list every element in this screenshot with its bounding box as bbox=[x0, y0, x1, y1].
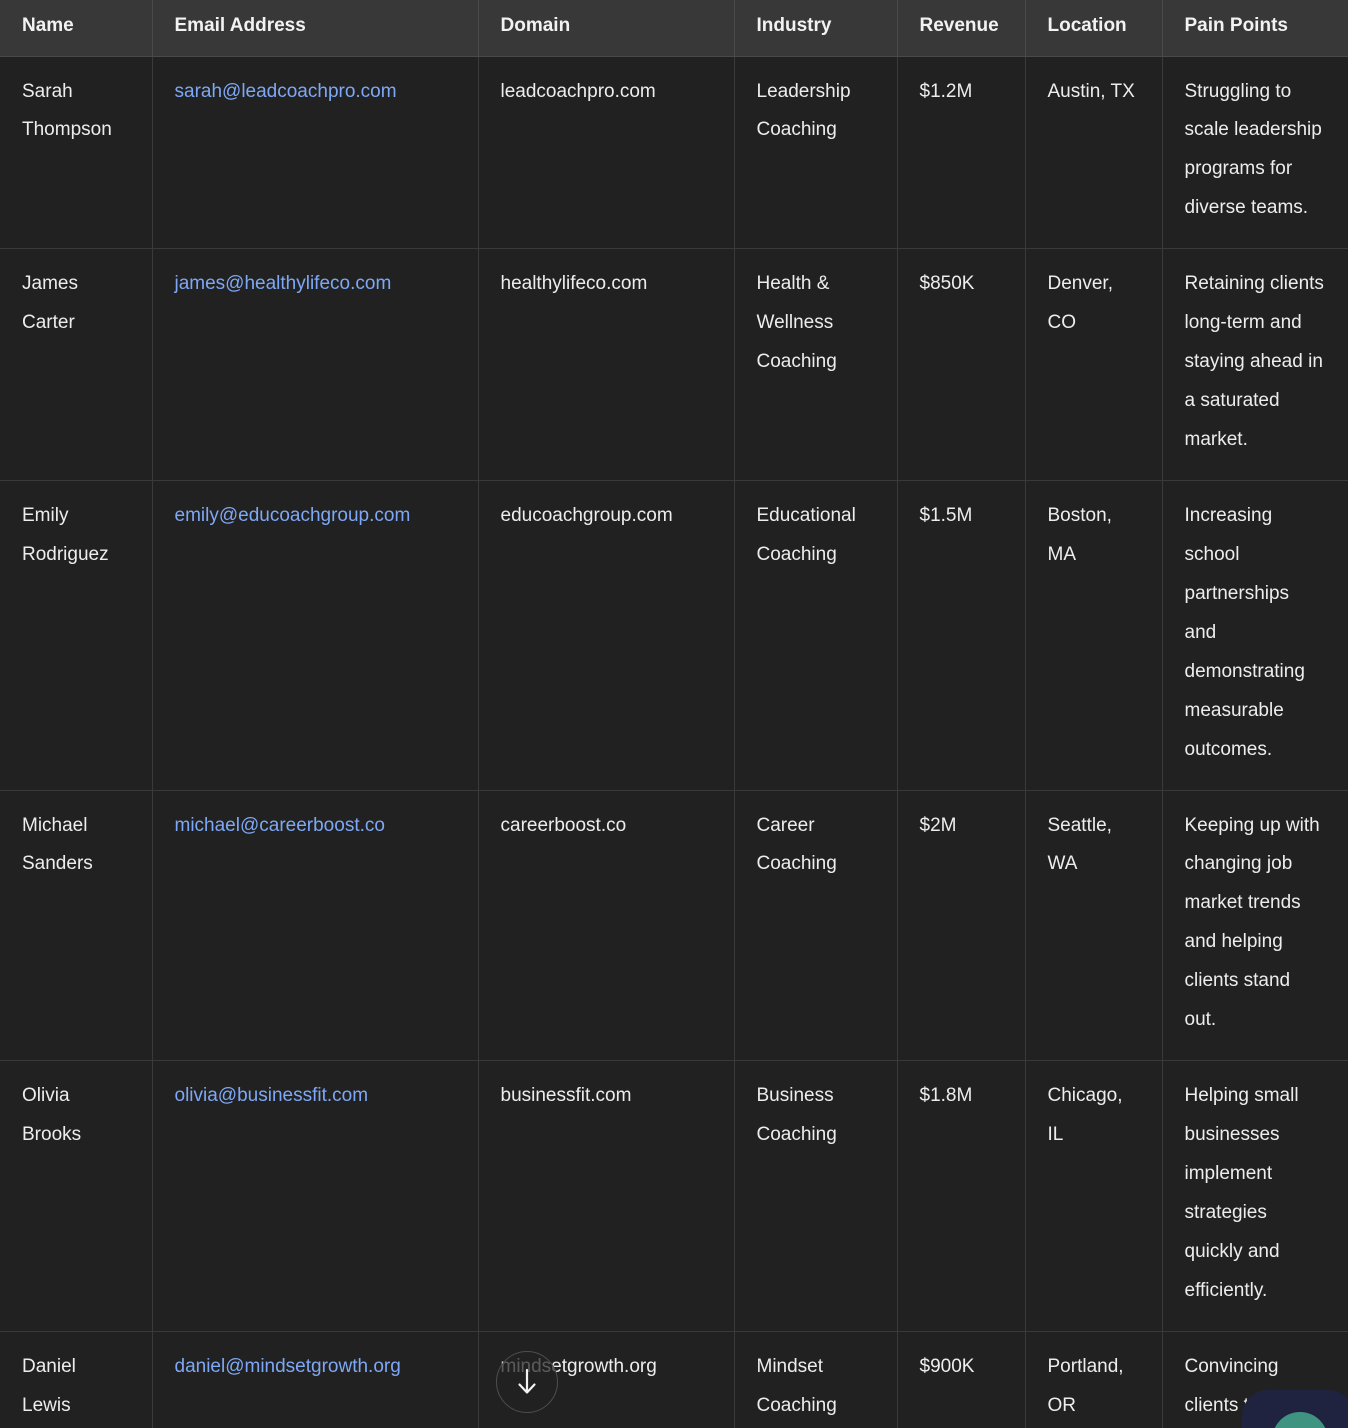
cell-name: Michael Sanders bbox=[0, 790, 153, 1062]
chat-avatar-icon bbox=[1272, 1412, 1328, 1428]
column-header-location[interactable]: Location bbox=[1025, 0, 1163, 57]
cell-industry: Leadership Coaching bbox=[734, 56, 898, 250]
table-header: Name Email Address Domain Industry Annua… bbox=[0, 0, 1348, 57]
cell-revenue: $900K bbox=[897, 1331, 1026, 1428]
cell-industry: Educational Coaching bbox=[734, 480, 898, 791]
cell-location: Denver, CO bbox=[1025, 248, 1163, 481]
column-header-domain[interactable]: Domain bbox=[478, 0, 735, 57]
email-link[interactable]: daniel@mindsetgrowth.org bbox=[175, 1356, 401, 1377]
cell-location: Seattle, WA bbox=[1025, 790, 1163, 1062]
column-header-name[interactable]: Name bbox=[0, 0, 153, 57]
page-viewport: Name Email Address Domain Industry Annua… bbox=[0, 0, 1348, 1428]
cell-domain: leadcoachpro.com bbox=[478, 56, 735, 250]
email-link[interactable]: james@healthylifeco.com bbox=[175, 273, 392, 294]
cell-revenue: $1.2M bbox=[897, 56, 1026, 250]
cell-pain: Struggling to scale leadership programs … bbox=[1162, 56, 1348, 250]
cell-domain: healthylifeco.com bbox=[478, 248, 735, 481]
cell-revenue: $1.8M bbox=[897, 1060, 1026, 1332]
column-header-industry[interactable]: Industry bbox=[734, 0, 898, 57]
cell-domain: businessfit.com bbox=[478, 1060, 735, 1332]
cell-pain: Keeping up with changing job market tren… bbox=[1162, 790, 1348, 1062]
cell-industry: Career Coaching bbox=[734, 790, 898, 1062]
cell-name: James Carter bbox=[0, 248, 153, 481]
table-row: Sarah Thompson sarah@leadcoachpro.com le… bbox=[0, 56, 1348, 250]
cell-email: michael@careerboost.co bbox=[152, 790, 479, 1062]
cell-name: Olivia Brooks bbox=[0, 1060, 153, 1332]
cell-domain: careerboost.co bbox=[478, 790, 735, 1062]
cell-industry: Mindset Coaching bbox=[734, 1331, 898, 1428]
cell-name: Emily Rodriguez bbox=[0, 480, 153, 791]
column-header-pain[interactable]: Pain Points bbox=[1162, 0, 1348, 57]
cell-pain: Helping small businesses implement strat… bbox=[1162, 1060, 1348, 1332]
cell-email: emily@educoachgroup.com bbox=[152, 480, 479, 791]
cell-domain: educoachgroup.com bbox=[478, 480, 735, 791]
cell-email: james@healthylifeco.com bbox=[152, 248, 479, 481]
column-header-revenue[interactable]: Annual Revenue bbox=[897, 0, 1026, 57]
cell-revenue: $2M bbox=[897, 790, 1026, 1062]
cell-name: Sarah Thompson bbox=[0, 56, 153, 250]
table-header-row: Name Email Address Domain Industry Annua… bbox=[0, 0, 1348, 57]
scroll-down-button[interactable] bbox=[496, 1351, 558, 1413]
table-row: Olivia Brooks olivia@businessfit.com bus… bbox=[0, 1060, 1348, 1332]
leads-table: Name Email Address Domain Industry Annua… bbox=[0, 0, 1348, 1428]
cell-email: sarah@leadcoachpro.com bbox=[152, 56, 479, 250]
cell-email: olivia@businessfit.com bbox=[152, 1060, 479, 1332]
cell-revenue: $1.5M bbox=[897, 480, 1026, 791]
cell-industry: Health & Wellness Coaching bbox=[734, 248, 898, 481]
table-body: Sarah Thompson sarah@leadcoachpro.com le… bbox=[0, 56, 1348, 1428]
email-link[interactable]: emily@educoachgroup.com bbox=[175, 505, 411, 526]
cell-name: Daniel Lewis bbox=[0, 1331, 153, 1428]
cell-pain: Retaining clients long-term and staying … bbox=[1162, 248, 1348, 481]
table-row: James Carter james@healthylifeco.com hea… bbox=[0, 248, 1348, 481]
arrow-down-icon bbox=[514, 1367, 540, 1397]
email-link[interactable]: olivia@businessfit.com bbox=[175, 1085, 369, 1106]
cell-pain: Increasing school partnerships and demon… bbox=[1162, 480, 1348, 791]
cell-location: Portland, OR bbox=[1025, 1331, 1163, 1428]
table-row: Michael Sanders michael@careerboost.co c… bbox=[0, 790, 1348, 1062]
table-row: Daniel Lewis daniel@mindsetgrowth.org mi… bbox=[0, 1331, 1348, 1428]
cell-location: Boston, MA bbox=[1025, 480, 1163, 791]
table-row: Emily Rodriguez emily@educoachgroup.com … bbox=[0, 480, 1348, 791]
cell-location: Austin, TX bbox=[1025, 56, 1163, 250]
cell-email: daniel@mindsetgrowth.org bbox=[152, 1331, 479, 1428]
email-link[interactable]: michael@careerboost.co bbox=[175, 815, 385, 836]
cell-location: Chicago, IL bbox=[1025, 1060, 1163, 1332]
chat-widget-launcher[interactable] bbox=[1242, 1390, 1348, 1428]
cell-revenue: $850K bbox=[897, 248, 1026, 481]
email-link[interactable]: sarah@leadcoachpro.com bbox=[175, 81, 397, 102]
column-header-email[interactable]: Email Address bbox=[152, 0, 479, 57]
cell-industry: Business Coaching bbox=[734, 1060, 898, 1332]
